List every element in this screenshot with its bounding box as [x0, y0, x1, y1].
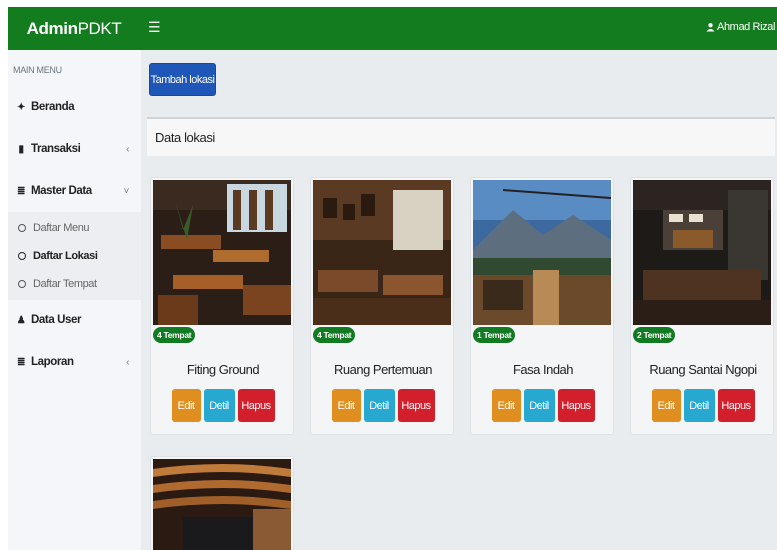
- chevron-left-icon: ‹: [126, 356, 129, 368]
- location-card: 2 Tempat Ruang Santai Ngopi Edit Detil H…: [630, 177, 774, 435]
- menu-toggle-icon[interactable]: ☰: [148, 19, 161, 36]
- sidebar-item-label: Laporan: [31, 356, 74, 368]
- location-card: 4 Tempat Ruang Pertemuan Edit Detil Hapu…: [310, 177, 454, 435]
- detail-button[interactable]: Detil: [203, 389, 235, 422]
- delete-button[interactable]: Hapus: [237, 389, 275, 422]
- location-card: 4 Tempat Fiting Ground Edit Detil Hapus: [150, 177, 294, 435]
- circle-icon: [18, 224, 26, 232]
- list-icon: ≣: [17, 356, 25, 368]
- add-location-button[interactable]: Tambah lokasi: [149, 63, 216, 96]
- edit-button[interactable]: Edit: [171, 389, 201, 422]
- card-actions: Edit Detil Hapus: [471, 389, 615, 422]
- user-menu[interactable]: Ahmad Rizal: [706, 21, 775, 33]
- sidebar-subitem-label: Daftar Tempat: [33, 278, 97, 290]
- delete-button[interactable]: Hapus: [717, 389, 755, 422]
- sidebar-item-label: Data User: [31, 314, 82, 326]
- capacity-badge: 1 Tempat: [473, 327, 516, 343]
- admin-app: Admin PDKT ☰ Ahmad Rizal MAIN MENU ✦ Ber…: [8, 7, 777, 550]
- location-name: Ruang Santai Ngopi: [649, 362, 757, 377]
- list-icon: ≣: [17, 185, 25, 197]
- location-name: Fasa Indah: [512, 362, 574, 377]
- chevron-down-icon: ˅: [123, 185, 130, 197]
- sidebar-item-label: Transaksi: [31, 143, 81, 155]
- location-card: 1 Tempat Fasa Indah Edit Detil Hapus: [470, 177, 614, 435]
- capacity-badge: 4 Tempat: [313, 327, 356, 343]
- location-photo: [313, 180, 451, 325]
- card-actions: Edit Detil Hapus: [311, 389, 455, 422]
- location-photo: [153, 459, 291, 550]
- card-actions: Edit Detil Hapus: [151, 389, 295, 422]
- sidebar-subitem-label: Daftar Lokasi: [33, 250, 98, 262]
- sidebar-subitem-daftar-tempat[interactable]: Daftar Tempat: [18, 278, 97, 290]
- edit-button[interactable]: Edit: [331, 389, 361, 422]
- master-data-submenu: Daftar Menu Daftar Lokasi Daftar Tempat: [8, 212, 141, 300]
- user-icon: ♟: [16, 314, 26, 326]
- location-photo: [633, 180, 771, 325]
- brand-name-bold: Admin: [26, 18, 78, 38]
- sidebar-item-transaksi[interactable]: ▮ Transaksi ‹: [8, 134, 141, 164]
- delete-button[interactable]: Hapus: [557, 389, 595, 422]
- sidebar-item-beranda[interactable]: ✦ Beranda: [8, 92, 141, 122]
- capacity-badge: 2 Tempat: [633, 327, 676, 343]
- book-icon: ▮: [18, 143, 24, 155]
- location-name: Fiting Ground: [186, 362, 260, 377]
- location-photo: [153, 180, 291, 325]
- home-icon: ✦: [17, 101, 25, 113]
- main-content: Tambah lokasi Data lokasi 4 Tempat Fitin…: [141, 50, 777, 550]
- detail-button[interactable]: Detil: [523, 389, 555, 422]
- top-navbar: Admin PDKT ☰ Ahmad Rizal: [8, 7, 777, 50]
- circle-icon: [18, 280, 26, 288]
- sidebar-subitem-daftar-lokasi[interactable]: Daftar Lokasi: [18, 250, 98, 262]
- delete-button[interactable]: Hapus: [397, 389, 435, 422]
- capacity-badge: 4 Tempat: [153, 327, 196, 343]
- user-name: Ahmad Rizal: [717, 21, 775, 33]
- detail-button[interactable]: Detil: [683, 389, 715, 422]
- brand-name-rest: PDKT: [77, 18, 122, 38]
- sidebar-subitem-daftar-menu[interactable]: Daftar Menu: [18, 222, 90, 234]
- sidebar-item-label: Master Data: [31, 185, 92, 197]
- sidebar-item-data-user[interactable]: ♟ Data User: [8, 305, 141, 335]
- user-icon: [706, 23, 715, 32]
- edit-button[interactable]: Edit: [491, 389, 521, 422]
- sidebar: MAIN MENU ✦ Beranda ▮ Transaksi ‹ ≣ Mast…: [8, 50, 141, 550]
- brand-logo[interactable]: Admin PDKT: [8, 7, 140, 50]
- panel-title: Data lokasi: [147, 117, 775, 156]
- detail-button[interactable]: Detil: [363, 389, 395, 422]
- edit-button[interactable]: Edit: [651, 389, 681, 422]
- location-name: Ruang Pertemuan: [333, 362, 433, 377]
- sidebar-item-label: Beranda: [31, 101, 75, 113]
- chevron-left-icon: ‹: [126, 143, 129, 155]
- location-photo: [473, 180, 611, 325]
- card-actions: Edit Detil Hapus: [631, 389, 775, 422]
- sidebar-item-laporan[interactable]: ≣ Laporan ‹: [8, 347, 141, 377]
- sidebar-heading: MAIN MENU: [13, 65, 62, 75]
- sidebar-subitem-label: Daftar Menu: [33, 222, 90, 234]
- sidebar-item-master-data[interactable]: ≣ Master Data ˅: [8, 176, 141, 206]
- circle-icon: [18, 252, 26, 260]
- location-card: [150, 456, 294, 550]
